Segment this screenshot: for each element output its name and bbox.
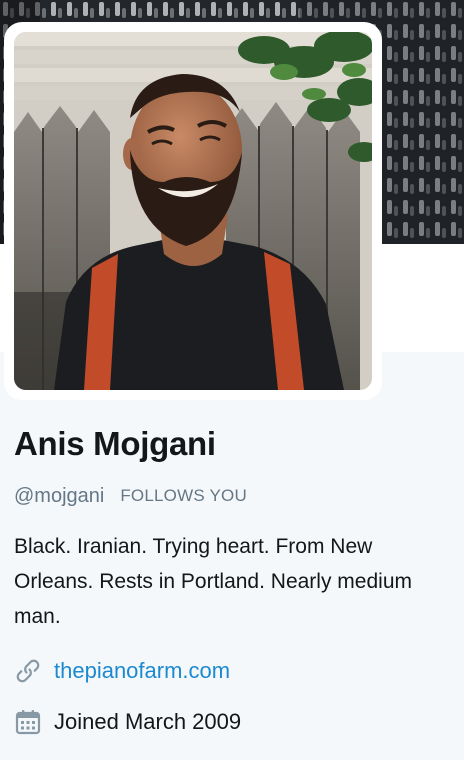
profile-joined-row: Joined March 2009 (14, 706, 241, 738)
profile-display-name[interactable]: Anis Mojgani (14, 422, 216, 466)
follows-you-badge: FOLLOWS YOU (120, 486, 247, 505)
profile-bio: Black. Iranian. Trying heart. From New O… (14, 535, 412, 628)
calendar-icon (14, 708, 42, 736)
avatar[interactable] (4, 22, 382, 400)
link-icon (14, 657, 42, 685)
handle-row: @mojgani FOLLOWS YOU (14, 482, 247, 510)
profile-handle[interactable]: @mojgani (14, 485, 104, 508)
profile-joined-date: Joined March 2009 (54, 709, 242, 734)
profile-website-link[interactable]: thepianofarm.com (54, 658, 230, 684)
avatar-photo (14, 32, 372, 390)
profile-website-row: thepianofarm.com (14, 655, 230, 687)
